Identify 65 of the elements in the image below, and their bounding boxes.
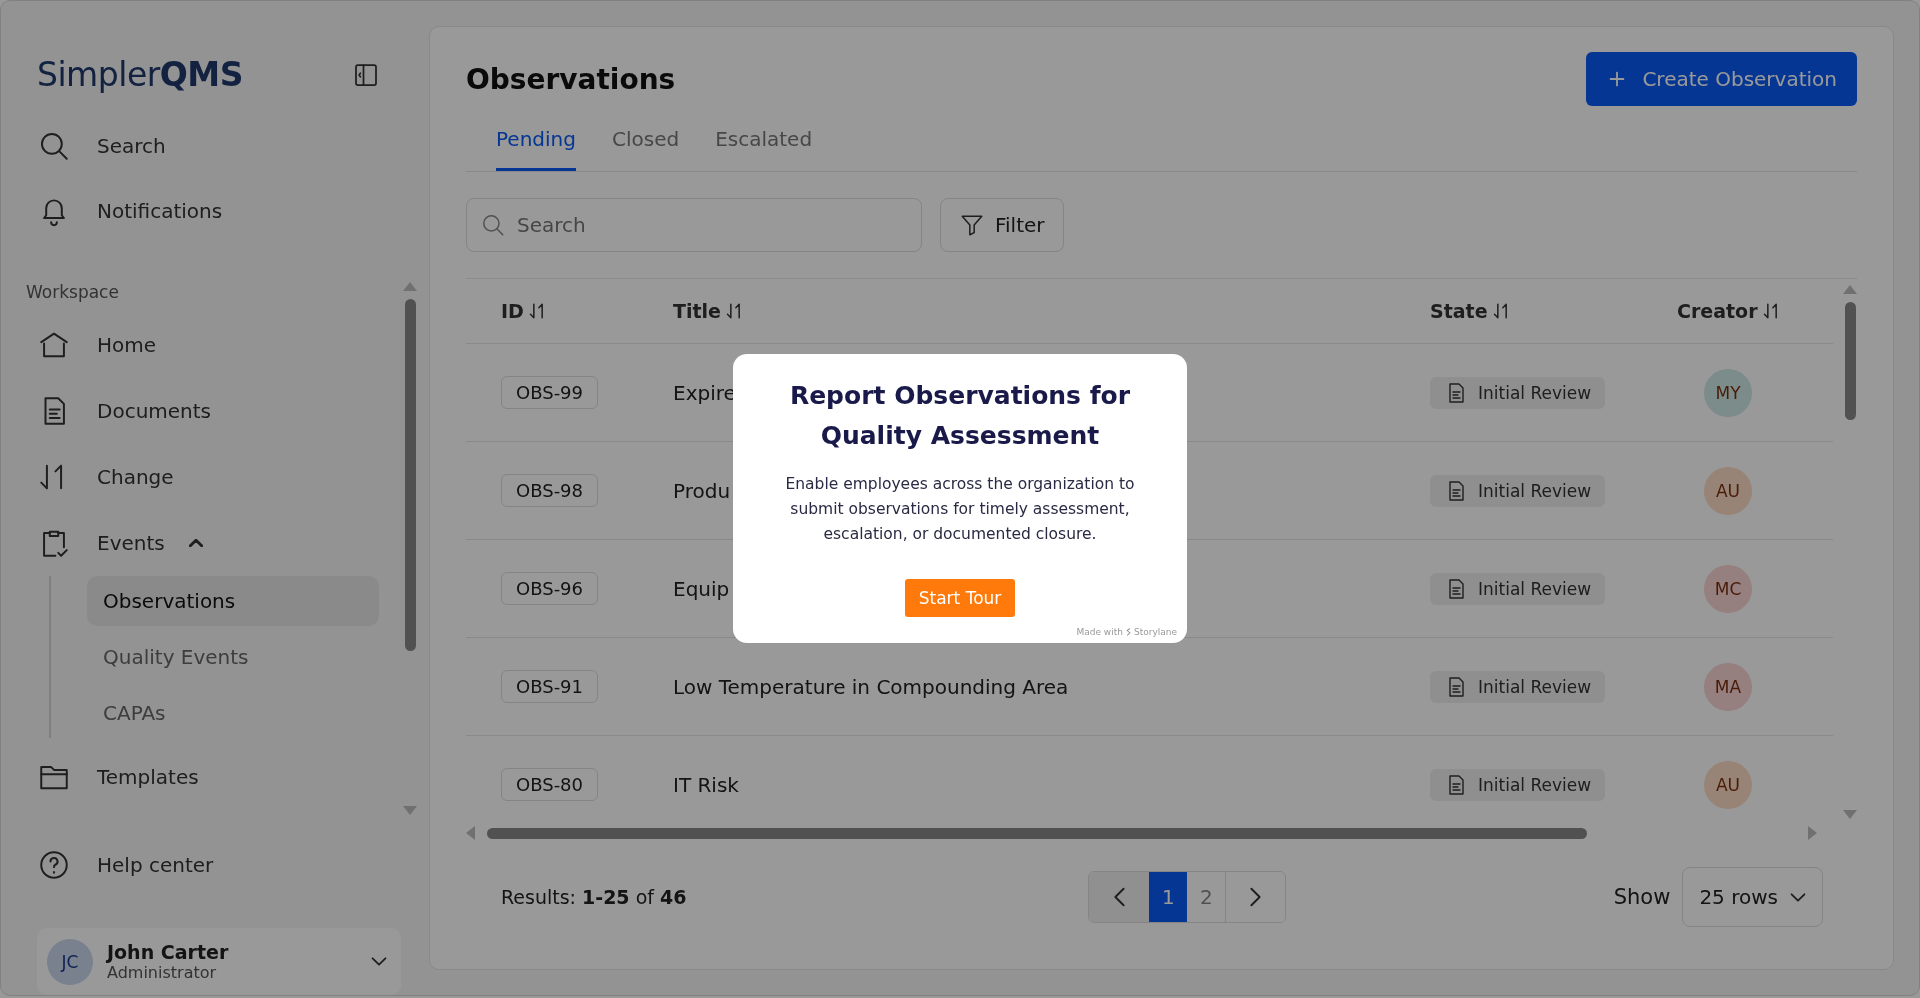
credit-text: Storylane [1133,627,1177,637]
tab[interactable]: Closed [611,117,680,171]
table-cell: Low Temperature in Compounding Area [673,674,1069,699]
id-tag: OBS-91 [501,670,599,703]
table-cell: Produ [673,478,731,503]
page-title: Observations [466,62,676,96]
sub-nav-item[interactable]: Quality Events [87,632,379,683]
state-tag: Initial Review [1430,376,1606,409]
state-tag: Initial Review [1430,670,1606,703]
storylane-logo-icon [1124,627,1132,637]
avatar: AU [1704,466,1752,515]
rows-select[interactable]: 25 rows [1682,867,1823,927]
table-cell: Expire [673,380,736,405]
id-tag: OBS-80 [501,768,599,801]
avatar: MA [1704,662,1752,711]
state-tag: Initial Review [1430,474,1606,507]
chevron-down-icon [1790,892,1806,902]
avatar: MY [1704,368,1752,417]
id-tag: OBS-96 [501,572,599,605]
nav-item[interactable]: Help center [37,832,224,899]
id-tag: OBS-98 [501,474,599,507]
table-cell: Equip [673,576,730,601]
page-button[interactable]: 1 [1149,872,1188,922]
scrollbar[interactable] [403,282,417,815]
avatar: MC [1704,564,1752,613]
user-menu[interactable]: JC John Carter Administrator [37,928,401,995]
create-button[interactable]: Create Observation [1586,52,1857,106]
dialog-text: Enable employees across the organization to submit observations for timely assessment, escalation, or documented closure. [784,474,1136,545]
sub-nav-item[interactable]: CAPAs [87,688,379,739]
chevron-right-icon [1250,887,1262,907]
tab[interactable]: Pending [496,117,576,171]
credit-text: Made with [1076,627,1123,637]
nav-item[interactable]: Home [37,312,167,379]
column-header[interactable]: ID [501,300,548,322]
chevron-left-icon [1113,887,1125,907]
next-page-button[interactable] [1225,872,1286,922]
user-name: John Carter [107,941,230,964]
state-tag: Initial Review [1430,768,1606,801]
avatar: JC [47,938,93,985]
column-header[interactable]: State [1430,300,1512,322]
user-role: Administrator [107,963,218,983]
nav-item[interactable]: Notifications [37,178,233,245]
sub-nav-item[interactable]: Observations [87,576,379,627]
show-label: Show [1613,885,1671,909]
chevron-down-icon [371,957,387,967]
logo: SimplerQMS [37,55,243,95]
nav-item[interactable]: Search [37,112,176,179]
nav-item[interactable]: Change [37,444,184,511]
search-icon [480,212,506,238]
tab[interactable]: Escalated [715,117,813,171]
nav-item[interactable]: Documents [37,378,222,445]
column-header[interactable]: Creator [1677,300,1782,322]
search-field[interactable]: Search [466,198,922,252]
nav-item[interactable]: Events [37,510,213,577]
previous-page-button[interactable] [1089,872,1150,922]
state-tag: Initial Review [1430,572,1606,605]
filter-button[interactable]: Filter [940,198,1064,252]
avatar: AU [1704,760,1752,809]
column-header[interactable]: Title [673,300,745,322]
results-text: Results: 1-25 of 46 [501,886,688,908]
table-cell: IT Risk [673,772,739,797]
section-label: Workspace [26,282,120,305]
id-tag: OBS-99 [501,376,599,409]
nav-item[interactable]: Templates [37,744,209,811]
dialog-title: Report Observations for Quality Assessment [788,380,1132,452]
